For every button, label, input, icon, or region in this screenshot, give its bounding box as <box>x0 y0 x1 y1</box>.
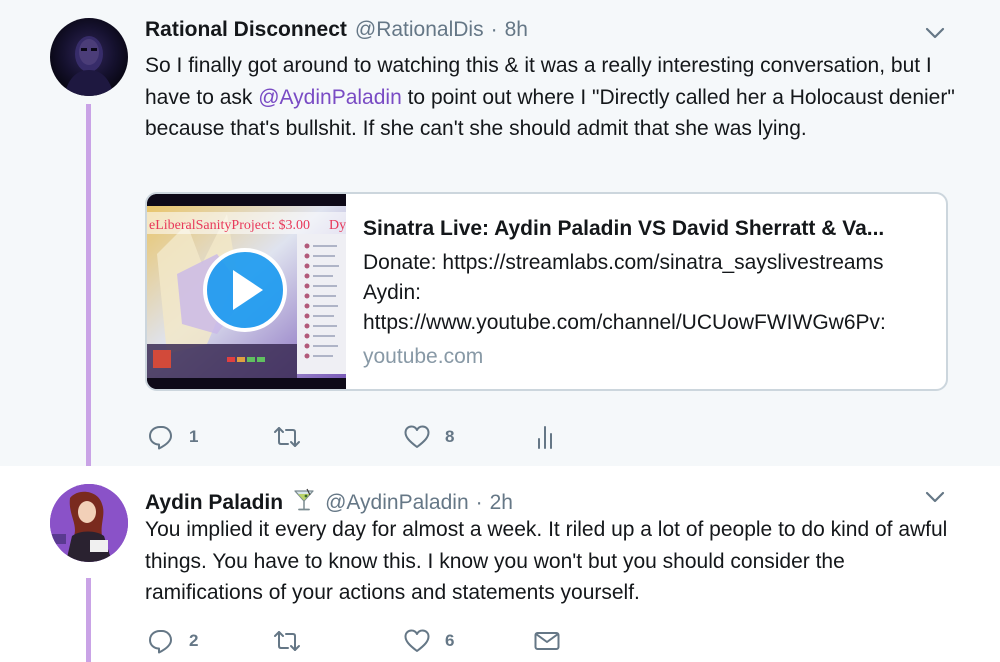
analytics-icon <box>538 426 552 449</box>
video-thumbnail[interactable]: eLiberalSanityProject: $3.00 Dy <box>147 194 346 389</box>
thread-line <box>86 578 91 662</box>
heart-icon <box>404 425 430 448</box>
reply-icon <box>149 630 172 654</box>
avatar[interactable] <box>50 484 128 562</box>
card-description-line: Aydin: <box>363 281 421 304</box>
heart-icon <box>404 629 430 652</box>
author-handle[interactable]: @RationalDis <box>355 18 484 42</box>
author-name[interactable]: Aydin Paladin <box>145 491 283 515</box>
retweet-button[interactable] <box>273 624 301 658</box>
tweet-header: Rational Disconnect @RationalDis · 8h <box>145 18 528 48</box>
reply-button[interactable]: 2 <box>147 624 198 658</box>
mention-link[interactable]: @AydinPaladin <box>258 86 402 109</box>
card-description-line: Donate: https://streamlabs.com/sinatra_s… <box>363 251 884 274</box>
card-body: Sinatra Live: Aydin Paladin VS David She… <box>363 214 933 372</box>
tweet-text: You implied it every day for almost a we… <box>145 518 948 604</box>
avatar[interactable] <box>50 18 128 96</box>
thread-line <box>86 104 91 466</box>
tweet-header: Aydin Paladin @AydinPaladin · 2h <box>145 483 513 515</box>
tweet-actions: 1 8 <box>145 420 645 454</box>
like-count: 6 <box>445 631 455 650</box>
like-button[interactable]: 8 <box>403 420 454 454</box>
tweet-rational-disconnect[interactable]: Rational Disconnect @RationalDis · 8h So… <box>0 0 1000 466</box>
card-domain: youtube.com <box>363 345 484 368</box>
link-card[interactable]: eLiberalSanityProject: $3.00 Dy Sinatra … <box>145 192 948 391</box>
reply-icon <box>149 426 172 450</box>
envelope-icon <box>534 632 560 650</box>
retweet-icon <box>274 427 300 447</box>
thumbnail-overlay-suffix: Dy <box>329 218 346 233</box>
retweet-icon <box>274 631 300 651</box>
author-name[interactable]: Rational Disconnect <box>145 18 347 42</box>
like-count: 8 <box>445 427 455 446</box>
reply-count: 2 <box>189 631 199 650</box>
separator: · <box>475 491 483 514</box>
play-icon[interactable] <box>203 248 287 332</box>
chevron-down-icon[interactable] <box>924 22 946 44</box>
timestamp[interactable]: 8h <box>505 18 528 42</box>
like-button[interactable]: 6 <box>403 624 454 658</box>
tweet-text: So I finally got around to watching this… <box>145 50 955 145</box>
reply-count: 1 <box>189 427 199 446</box>
thumbnail-overlay-text: eLiberalSanityProject: $3.00 <box>149 218 310 233</box>
reply-button[interactable]: 1 <box>147 420 198 454</box>
cocktail-glass-icon <box>291 487 317 513</box>
chevron-down-icon[interactable] <box>924 486 946 508</box>
card-description-line: https://www.youtube.com/channel/UCUowFWI… <box>363 311 886 334</box>
direct-message-button[interactable] <box>533 624 561 658</box>
retweet-button[interactable] <box>273 420 301 454</box>
analytics-button[interactable] <box>533 420 561 454</box>
separator: · <box>490 18 498 41</box>
card-title[interactable]: Sinatra Live: Aydin Paladin VS David She… <box>363 214 933 244</box>
timestamp[interactable]: 2h <box>490 491 513 515</box>
author-handle[interactable]: @AydinPaladin <box>325 491 469 515</box>
card-description: Donate: https://streamlabs.com/sinatra_s… <box>363 248 933 338</box>
tweet-actions: 2 6 <box>145 624 645 658</box>
